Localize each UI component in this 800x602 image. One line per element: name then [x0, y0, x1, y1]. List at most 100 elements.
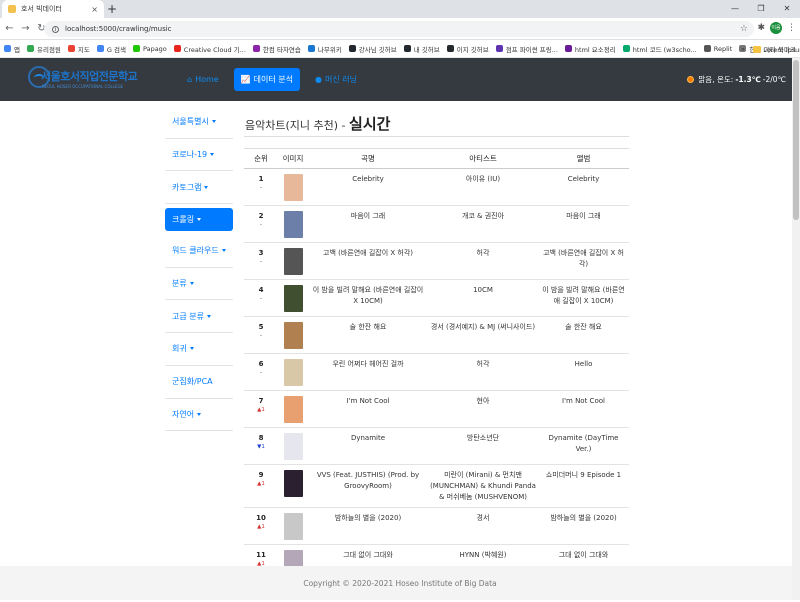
caret-down-icon [211, 120, 216, 124]
bookmark-label: 점프 파이썬 프링... [505, 45, 558, 54]
bookmark-item[interactable]: html 요소정리 [564, 44, 616, 54]
album-art-image[interactable] [283, 211, 303, 238]
sidebar-item[interactable]: 군집화/PCA [165, 366, 233, 399]
forward-icon[interactable]: → [19, 23, 32, 34]
nav-link-label: Home [195, 75, 219, 84]
bookmark-item[interactable]: 강사님 깃허브 [348, 44, 397, 54]
song-title: 이 밤을 빌려 말해요 (바른연애 길잡이 X 10CM) [308, 279, 428, 317]
album-art-image[interactable] [283, 322, 303, 349]
minimize-button[interactable]: — [722, 0, 748, 18]
album-art-image[interactable] [283, 470, 303, 497]
bookmark-icon [495, 45, 503, 52]
sidebar-item[interactable]: 고급 분류 [165, 300, 233, 334]
chart-icon: 📈 [240, 75, 251, 84]
table-row[interactable]: 9 ▲1 VVS (Feat. JUSTHIS) (Prod. by GroovyR… [244, 464, 629, 508]
table-header-row: 순위 이미지 곡명 아티스트 앨범 [244, 148, 629, 169]
album-art-image[interactable] [283, 285, 303, 312]
page-scrollbar[interactable] [792, 58, 800, 600]
bookmark-item[interactable]: 내 깃허브 [403, 44, 440, 54]
browser-toolbar: ← → ↻ i localhost:5000/crawling/music ☆ … [0, 18, 800, 40]
extensions-icon[interactable]: ✱ [757, 23, 765, 33]
column-header[interactable]: 아티스트 [428, 148, 538, 169]
table-row[interactable]: 5-술 한잔 해요 경서 (경서예지) & MJ (써니사이드) 술 한잔 해요 [244, 316, 629, 354]
sidebar-item[interactable]: 카토그램 [165, 171, 233, 205]
album-name: 이 밤을 빌려 말해요 (바른연애 길잡이 X 10CM) [538, 279, 629, 317]
column-header[interactable]: 순위 [244, 148, 278, 169]
browser-tab[interactable]: 호서 빅데이터 × [2, 0, 104, 18]
sidebar-item[interactable]: 워드 클라우드 [165, 235, 233, 268]
nav-link[interactable]: ⌂ Home [180, 68, 226, 91]
column-header[interactable]: 이미지 [278, 148, 308, 169]
rank-number: 4 [258, 286, 264, 294]
table-row[interactable]: 10 ▲1 밤하늘의 별을 (2020) 경서 밤하늘의 별을 (2020) [244, 507, 629, 545]
weather-widget: 맑음, 온도: -1.3℃ -2/0℃ [687, 74, 786, 85]
tab-close-icon[interactable]: × [91, 5, 98, 14]
image-cell [278, 507, 308, 545]
table-row[interactable]: 6- 우린 어쩌다 헤어진 걸까 허각 Hello [244, 353, 629, 391]
album-art-image[interactable] [283, 359, 303, 386]
bookmark-item[interactable]: Creative Cloud 기... [173, 44, 246, 54]
footer-copyright: Copyright © 2020-2021 Hoseo Institute of… [303, 579, 497, 588]
album-art-image[interactable] [283, 396, 303, 423]
rank-number: 2 [258, 212, 264, 220]
table-row[interactable]: 11 ▲1 그대 없이 그대와 HYNN (박혜원) 그대 없이 그대와 [244, 544, 629, 568]
album-art-image[interactable] [283, 513, 303, 540]
sidebar-item-label: 자연어 [172, 409, 195, 419]
table-row[interactable]: 3- 고백 (바른연애 길잡이 X 허각) 허각 고백 (바른연애 길잡이 X 허각) [244, 242, 629, 280]
album-art-image[interactable] [283, 248, 303, 275]
table-row[interactable]: 1- Celebrity 아이유 (IU) Celebrity [244, 168, 629, 206]
bookmark-item[interactable]: Replit [703, 45, 732, 53]
column-header[interactable]: 곡명 [308, 148, 428, 169]
sidebar-item[interactable]: 서울특별시 [165, 106, 233, 139]
address-bar[interactable]: i localhost:5000/crawling/music ☆ [44, 21, 754, 37]
table-row[interactable]: 4-이 밤을 빌려 말해요 (바른연애 길잡이 X 10CM) 10CM 이 밤을 … [244, 279, 629, 317]
bookmark-icon [703, 45, 711, 52]
site-info-icon[interactable]: i [52, 25, 59, 33]
rank-change: - [260, 222, 262, 228]
sidebar-item[interactable]: 크롤링 [165, 208, 233, 232]
sidebar-item[interactable]: 회귀 [165, 333, 233, 366]
sidebar-item[interactable]: 자연어 [165, 399, 233, 432]
bookmark-item[interactable]: G 검색 [96, 44, 126, 54]
maximize-button[interactable]: ❐ [748, 0, 774, 18]
new-tab-button[interactable]: + [107, 2, 117, 16]
scrollbar-thumb[interactable] [793, 60, 799, 220]
bookmark-item[interactable]: 앱 [4, 44, 20, 54]
bookmark-item[interactable]: Papago [132, 45, 167, 53]
site-logo[interactable]: 서울호서직업전문학교 SEOUL HOSEO OCCUPATIONAL COLL… [28, 66, 158, 94]
bookmarks-bar: 앱 유리점원 지도 G 검색 Papago Creative Cloud 기... 한컴 타… [0, 40, 800, 58]
nav-link[interactable]: ● 머신 러닝 [308, 68, 364, 91]
nav-link[interactable]: 📈 데이터 분석 [233, 68, 301, 91]
column-header[interactable]: 앨범 [538, 148, 629, 169]
close-window-button[interactable]: ✕ [774, 0, 800, 18]
bookmarks-more-icon[interactable]: » [741, 45, 745, 53]
album-art-image[interactable] [283, 433, 303, 460]
rank-cell: 11 ▲1 [244, 544, 278, 568]
sidebar-item[interactable]: 코로나-19 [165, 139, 233, 172]
table-row[interactable]: 8 ▼1 Dynamite 방탄소년단 Dynamite (DayTime Ver.) [244, 427, 629, 465]
bookmark-item[interactable]: 이지 깃허브 [446, 44, 489, 54]
menu-icon[interactable]: ⋮ [787, 23, 796, 33]
bookmark-item[interactable]: 한컴 타자연습 [252, 44, 301, 54]
bookmark-icon [307, 45, 315, 52]
sidebar-item[interactable]: 분류 [165, 268, 233, 301]
bookmark-item[interactable]: 지도 [67, 44, 90, 54]
bookmark-item[interactable]: 유리점원 [26, 44, 61, 54]
profile-avatar[interactable]: 이음 [770, 22, 782, 34]
back-icon[interactable]: ← [3, 23, 16, 34]
table-row[interactable]: 7 ▲1 I'm Not Cool 현아 I'm Not Cool [244, 390, 629, 428]
bookmark-item[interactable]: 점프 파이썬 프링... [495, 44, 558, 54]
url-text[interactable]: localhost:5000/crawling/music [65, 25, 172, 33]
album-name: 술 한잔 해요 [538, 316, 629, 354]
table-row[interactable]: 2- 마음이 그래 개코 & 권진아 마음이 그래 [244, 205, 629, 243]
image-cell [278, 316, 308, 354]
album-art-image[interactable] [283, 174, 303, 201]
song-title: VVS (Feat. JUSTHIS) (Prod. by GroovyRoom… [308, 464, 428, 508]
bookmark-item[interactable]: html 코드 (w3scho... [622, 44, 697, 54]
image-cell [278, 353, 308, 391]
artist-name: 미란이 (Mirani) & 먼치맨 (MUNCHMAN) & Khundi P… [428, 464, 538, 508]
bookmark-star-icon[interactable]: ☆ [740, 24, 748, 34]
bookmark-item[interactable]: 나무위키 [307, 44, 342, 54]
other-bookmarks[interactable]: 기타 북마크 [764, 44, 796, 54]
toolbar-right: ✱ 이음 ⋮ [757, 22, 796, 34]
